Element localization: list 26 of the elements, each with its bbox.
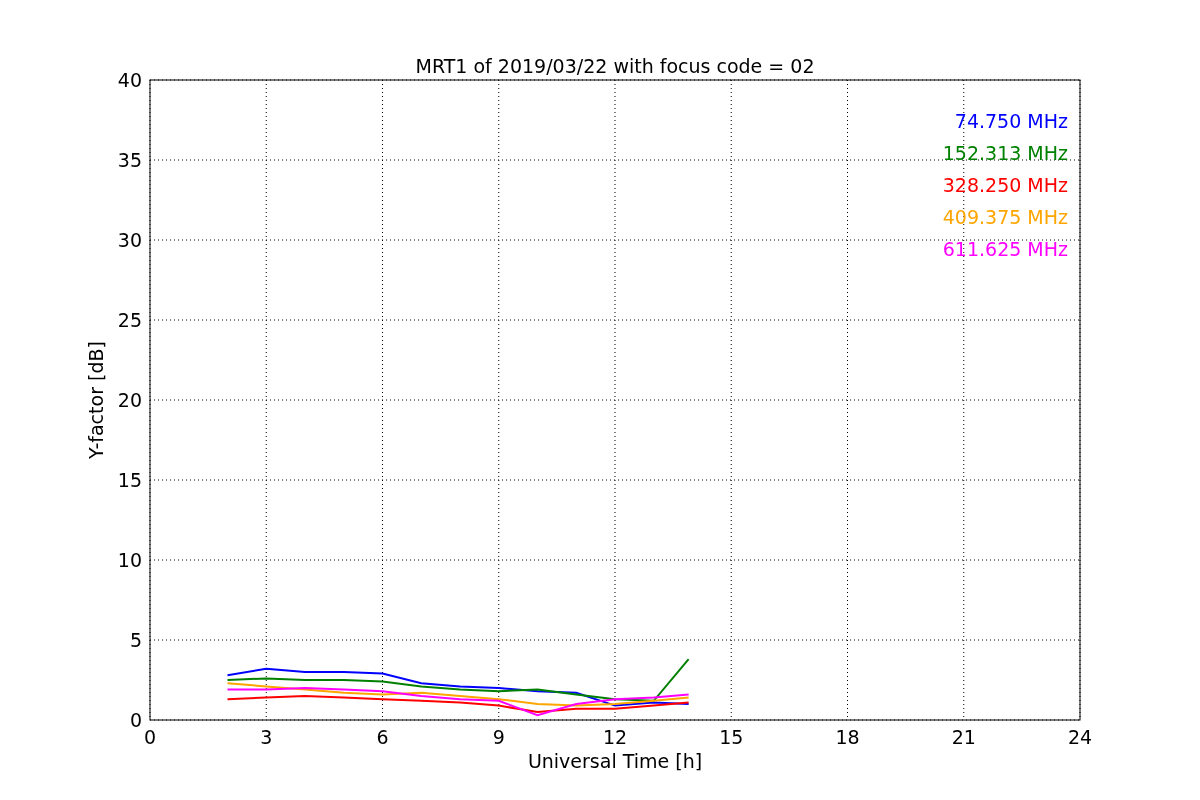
x-tick-label: 12 [602, 726, 628, 748]
y-tick-label: 15 [117, 469, 142, 491]
x-tick-label: 9 [492, 726, 505, 748]
y-tick-label: 35 [117, 149, 142, 171]
x-tick-label: 6 [376, 726, 389, 748]
y-tick-label: 40 [117, 69, 142, 91]
chart-title: MRT1 of 2019/03/22 with focus code = 02 [415, 55, 815, 77]
x-tick-label: 18 [835, 726, 860, 748]
y-tick-label: 20 [117, 389, 142, 411]
x-axis-label: Universal Time [h] [527, 750, 703, 772]
legend-label: 152.313 MHz [942, 142, 1068, 164]
legend-label: 328.250 MHz [942, 174, 1068, 196]
y-tick-label: 25 [117, 309, 142, 331]
y-tick-label: 0 [129, 709, 142, 731]
x-tick-label: 0 [143, 726, 157, 748]
x-tick-label: 24 [1067, 726, 1093, 748]
x-tick-label: 21 [951, 726, 976, 748]
x-tick-label: 15 [719, 726, 744, 748]
legend-label: 74.750 MHz [954, 110, 1068, 132]
y-axis-label: Y-factor [dB] [85, 341, 107, 459]
y-tick-label: 10 [117, 549, 142, 571]
x-tick-label: 3 [260, 726, 273, 748]
y-tick-label: 30 [117, 229, 142, 251]
y-tick-label: 5 [129, 629, 142, 651]
legend-label: 611.625 MHz [942, 238, 1068, 260]
legend-label: 409.375 MHz [942, 206, 1068, 228]
